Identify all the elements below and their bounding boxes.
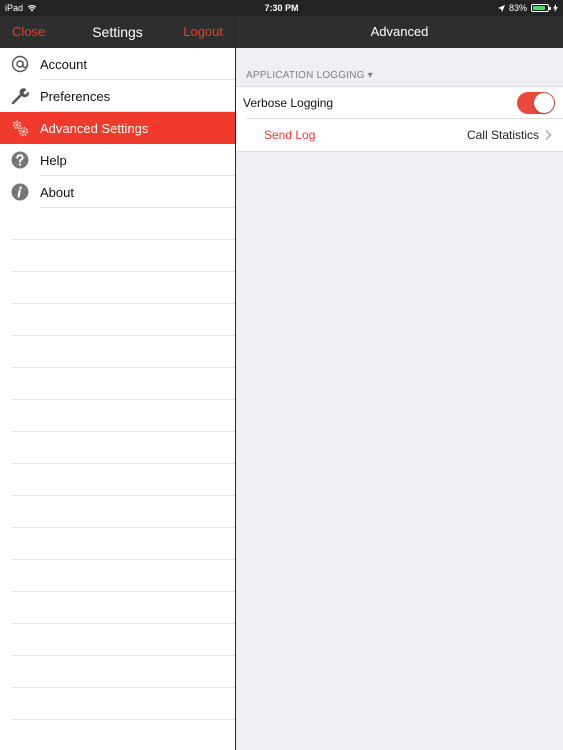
menu-item-label: Advanced Settings <box>40 120 149 136</box>
empty-row <box>0 208 235 240</box>
charging-bolt-icon <box>553 4 558 12</box>
empty-row <box>0 400 235 432</box>
advanced-nav-bar: Advanced <box>236 16 563 48</box>
wrench-icon <box>11 87 29 105</box>
advanced-detail-panel: Advanced APPLICATION LOGGING ▾ Verbose L… <box>236 16 563 750</box>
menu-item-account[interactable]: Account <box>0 48 235 80</box>
battery-percent: 83% <box>508 3 527 13</box>
empty-row <box>0 624 235 656</box>
menu-item-preferences[interactable]: Preferences <box>0 80 235 112</box>
status-bar: iPad 7:30 PM 83% <box>0 0 563 16</box>
empty-row <box>0 464 235 496</box>
battery-icon <box>531 4 551 12</box>
menu-item-label: About <box>40 184 74 200</box>
advanced-title: Advanced <box>370 24 429 39</box>
empty-row <box>0 528 235 560</box>
settings-nav-bar: Close Settings Logout <box>0 16 235 48</box>
verbose-logging-label: Verbose Logging <box>243 96 334 110</box>
empty-row <box>0 688 235 720</box>
status-right: 83% <box>497 3 558 13</box>
empty-row <box>0 656 235 688</box>
toggle-knob <box>534 93 554 113</box>
info-icon <box>11 183 29 201</box>
empty-row <box>0 304 235 336</box>
section-header-application-logging[interactable]: APPLICATION LOGGING ▾ <box>236 70 563 86</box>
empty-row <box>0 720 235 750</box>
empty-row <box>0 496 235 528</box>
gears-icon <box>11 119 29 137</box>
menu-item-advanced-settings[interactable]: Advanced Settings <box>0 112 235 144</box>
chevron-right-icon <box>545 129 552 141</box>
send-log-button[interactable]: Send Log <box>264 128 315 142</box>
logging-group: Verbose Logging Send Log Call Statistics <box>236 86 563 152</box>
send-log-row[interactable]: Send Log Call Statistics <box>236 119 563 151</box>
menu-item-label: Preferences <box>40 88 111 104</box>
call-statistics-value: Call Statistics <box>466 128 539 142</box>
logout-button[interactable]: Logout <box>183 24 223 39</box>
empty-row <box>0 240 235 272</box>
empty-row <box>0 368 235 400</box>
settings-sidebar: Close Settings Logout Account Preference… <box>0 16 235 750</box>
empty-rows <box>0 208 235 750</box>
menu-item-label: Account <box>40 56 87 72</box>
at-icon <box>11 55 29 73</box>
location-arrow-icon <box>497 4 505 12</box>
help-icon <box>11 151 29 169</box>
empty-row <box>0 272 235 304</box>
menu-item-about[interactable]: About <box>0 176 235 208</box>
verbose-logging-toggle[interactable] <box>517 92 555 114</box>
empty-row <box>0 336 235 368</box>
verbose-logging-row: Verbose Logging <box>236 87 563 119</box>
menu-item-help[interactable]: Help <box>0 144 235 176</box>
empty-row <box>0 432 235 464</box>
status-time: 7:30 PM <box>264 3 299 13</box>
menu-item-label: Help <box>40 152 67 168</box>
battery-fill <box>533 6 545 10</box>
empty-row <box>0 592 235 624</box>
empty-row <box>0 560 235 592</box>
